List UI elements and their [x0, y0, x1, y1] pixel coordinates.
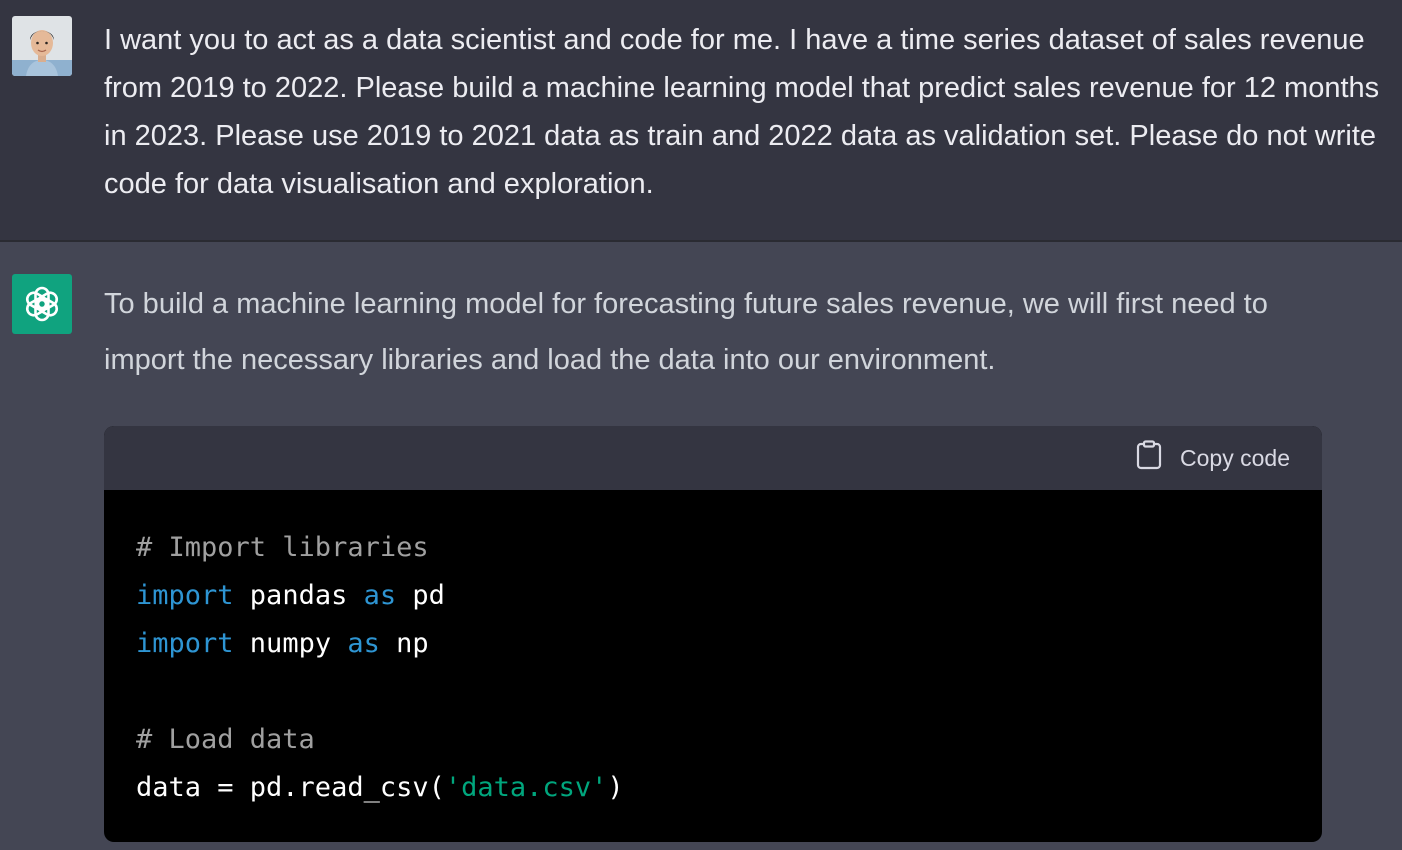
code-comment: # Load data	[136, 724, 315, 755]
user-message: I want you to act as a data scientist an…	[0, 0, 1402, 242]
code-token: pandas	[233, 580, 364, 611]
code-content: # Import libraries import pandas as pd i…	[104, 490, 1322, 812]
code-token: numpy	[233, 628, 348, 659]
code-block-header: Copy code	[104, 426, 1322, 490]
code-comment: # Import libraries	[136, 532, 429, 563]
clipboard-icon	[1136, 440, 1162, 476]
user-avatar	[12, 16, 72, 76]
code-token: )	[607, 772, 624, 803]
user-message-text: I want you to act as a data scientist an…	[104, 24, 1380, 200]
copy-code-button[interactable]: Copy code	[1136, 440, 1290, 476]
code-keyword: as	[363, 580, 397, 611]
code-token: pd	[396, 580, 445, 611]
code-token: data = pd.read_csv(	[136, 772, 445, 803]
assistant-message: To build a machine learning model for fo…	[0, 242, 1402, 850]
code-string: 'data.csv'	[444, 772, 608, 803]
code-keyword: as	[347, 628, 380, 659]
code-keyword: import	[136, 580, 234, 611]
assistant-message-text: To build a machine learning model for fo…	[104, 288, 1268, 376]
code-token: np	[379, 628, 429, 659]
code-keyword: import	[136, 628, 234, 659]
openai-logo-icon	[12, 274, 72, 334]
code-block: Copy code # Import libraries import pand…	[104, 426, 1322, 842]
copy-code-label: Copy code	[1180, 444, 1290, 471]
